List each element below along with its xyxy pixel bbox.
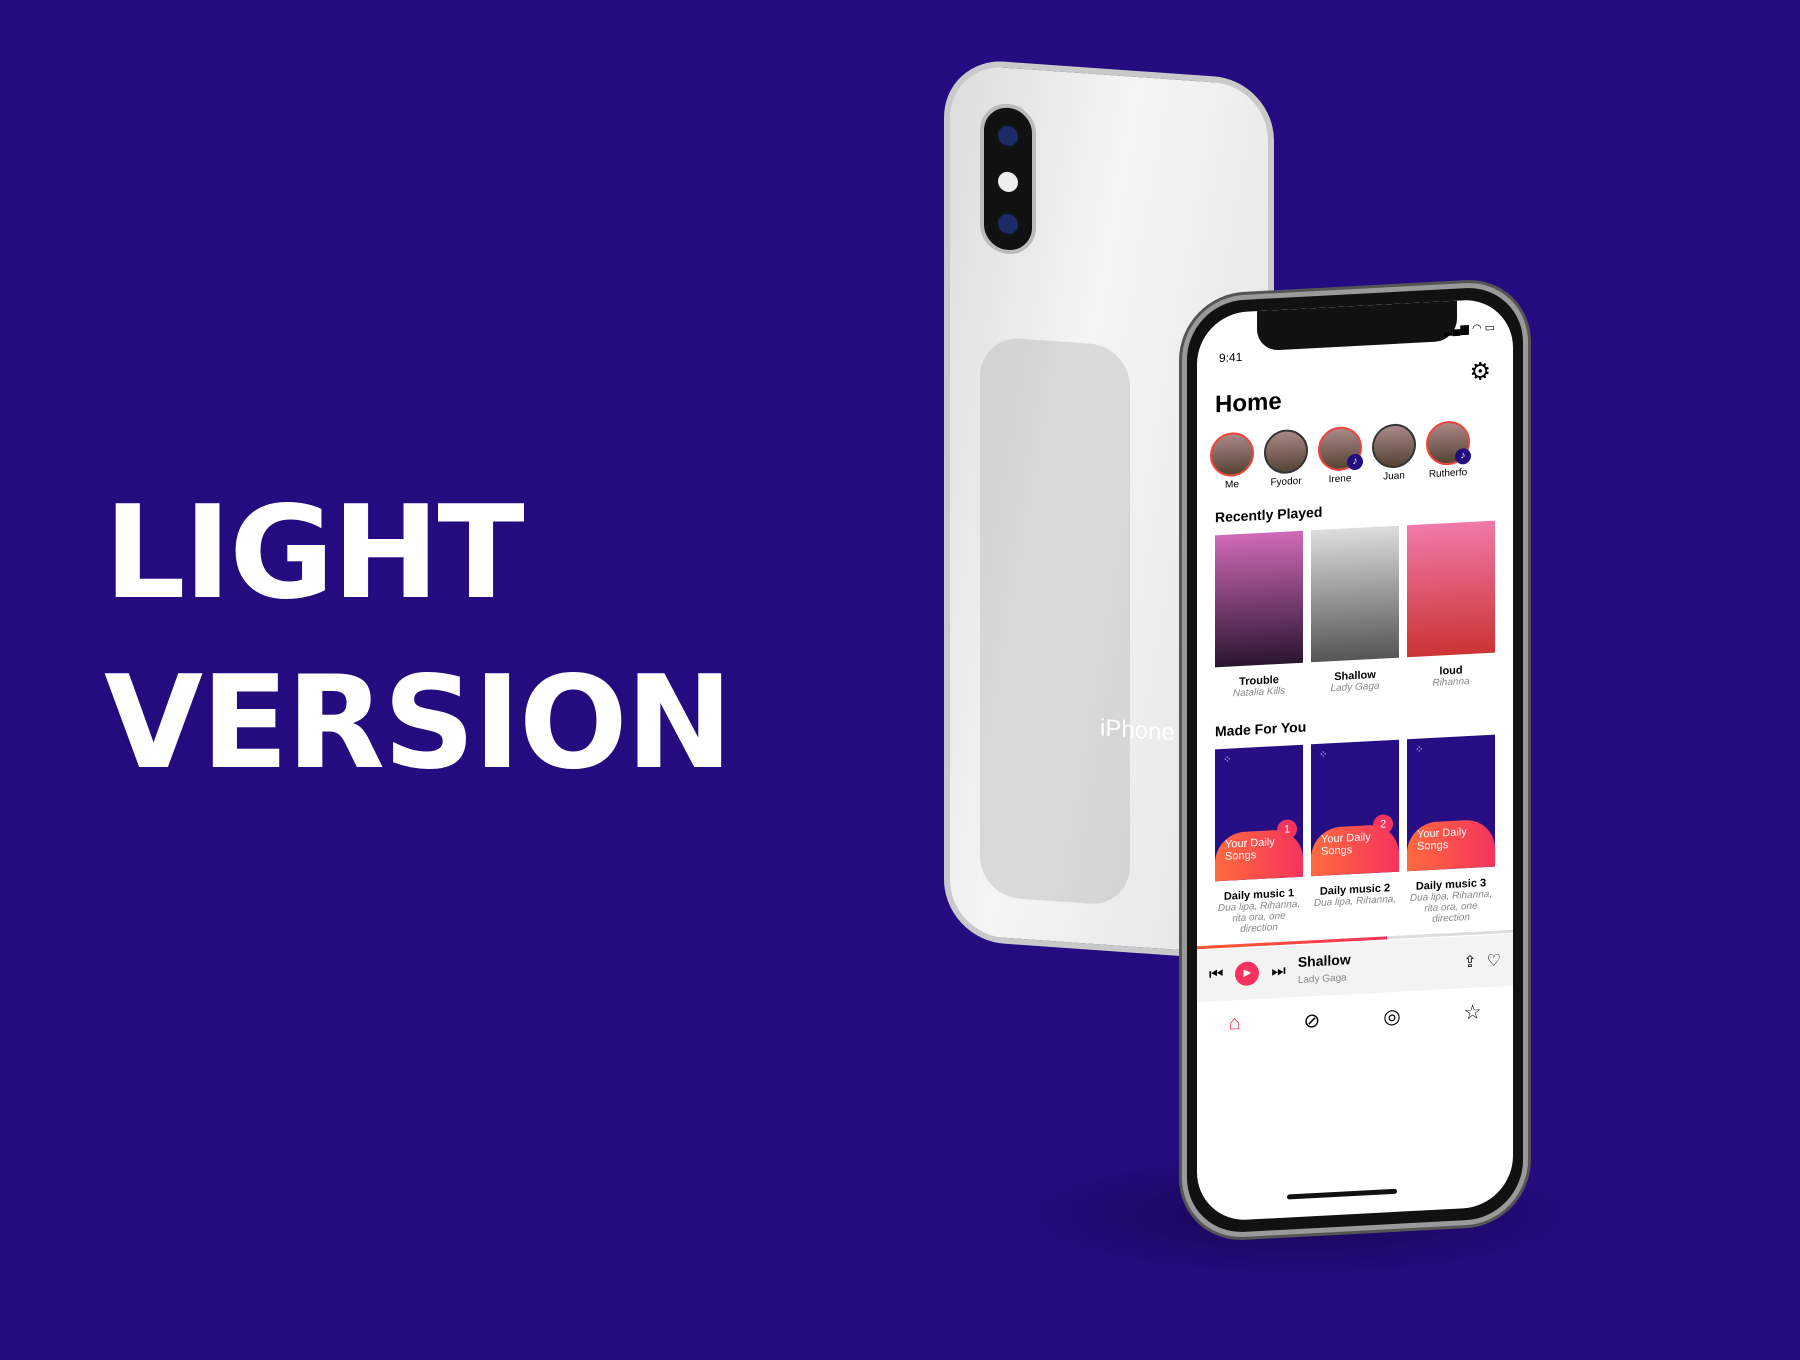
friend-avatar[interactable]: Me bbox=[1209, 431, 1255, 491]
brand-text: iPhone bbox=[1100, 714, 1175, 747]
album-art bbox=[1311, 525, 1399, 663]
recently-played-row: Trouble Natalia Kills Shallow Lady Gaga loud… bbox=[1215, 520, 1495, 701]
tab-home-icon[interactable]: ⌂ bbox=[1228, 1012, 1240, 1038]
player-artist: Lady Gaga bbox=[1297, 972, 1347, 986]
playlist-icon: ⁘ bbox=[1319, 749, 1328, 761]
friend-avatar[interactable]: ♪ Rutherfo bbox=[1425, 419, 1471, 481]
made-for-you-heading: Made For You bbox=[1215, 718, 1307, 740]
status-time: 9:41 bbox=[1219, 349, 1243, 366]
made-for-you-row: ⁘ 1 Your Daily Songs Daily music 1 Dua lipa,… bbox=[1215, 734, 1495, 937]
page-title: Home bbox=[1215, 387, 1282, 419]
music-note-icon: ♪ bbox=[1347, 453, 1363, 471]
friend-avatar[interactable]: Fyodor bbox=[1263, 428, 1309, 488]
heart-icon[interactable]: ♡ bbox=[1487, 950, 1501, 971]
album-art bbox=[1407, 520, 1495, 658]
album-card[interactable]: loud Rihanna bbox=[1407, 520, 1495, 691]
avatar: ♪ bbox=[1426, 419, 1471, 467]
playlist-art: ⁘ Your Daily Songs bbox=[1407, 734, 1495, 872]
status-icons: ▂▄▆ ◠ ▭ bbox=[1444, 321, 1495, 337]
avatar bbox=[1372, 422, 1416, 470]
settings-gear-icon[interactable]: ⚙ bbox=[1469, 357, 1491, 387]
friend-name: Juan bbox=[1383, 470, 1405, 483]
playlist-icon: ⁘ bbox=[1415, 744, 1424, 756]
share-icon[interactable]: ⇪ bbox=[1463, 952, 1476, 973]
playlist-badge: Your Daily Songs bbox=[1407, 818, 1495, 872]
album-card[interactable]: Trouble Natalia Kills bbox=[1215, 530, 1303, 701]
home-indicator[interactable] bbox=[1287, 1188, 1397, 1200]
playlist-art: ⁘ 1 Your Daily Songs bbox=[1215, 744, 1303, 882]
friend-name: Irene bbox=[1328, 473, 1352, 486]
tab-bar: ⌂ ⊘ ◎ ☆ bbox=[1197, 998, 1513, 1040]
friends-list: Me Fyodor ♪ Irene Juan ♪ Rutherfo bbox=[1209, 419, 1471, 492]
next-icon[interactable]: ⏭ bbox=[1271, 963, 1285, 982]
playlist-art: ⁘ 2 Your Daily Songs bbox=[1311, 739, 1399, 877]
album-art bbox=[1215, 530, 1303, 668]
tab-badge-icon[interactable]: ☆ bbox=[1464, 999, 1482, 1025]
play-button[interactable]: ▶ bbox=[1235, 961, 1260, 987]
playlist-card[interactable]: ⁘ 2 Your Daily Songs Daily music 2 Dua lipa,… bbox=[1311, 739, 1399, 932]
playlist-badge: Your Daily Songs bbox=[1215, 828, 1303, 882]
avatar: ♪ bbox=[1318, 425, 1363, 472]
headline-version: VERSION bbox=[104, 649, 733, 798]
friend-name: Me bbox=[1225, 479, 1239, 491]
playlist-artists: Dua lipa, Rihanna, rita ora, one directi… bbox=[1409, 888, 1493, 925]
friend-avatar[interactable]: ♪ Irene bbox=[1317, 425, 1363, 486]
recently-played-heading: Recently Played bbox=[1215, 503, 1323, 526]
friend-avatar[interactable]: Juan bbox=[1371, 422, 1417, 483]
reflection bbox=[980, 335, 1130, 907]
headline-light: LIGHT bbox=[104, 479, 525, 628]
screen: 9:41 ▂▄▆ ◠ ▭ ⚙ Home Me Fyodor ♪ Irene Juan ♪ R… bbox=[1197, 297, 1513, 1223]
playlist-artists: Dua lipa, Rihanna, rita ora, one directi… bbox=[1217, 898, 1301, 936]
friend-name: Fyodor bbox=[1270, 475, 1302, 489]
front-phone: 9:41 ▂▄▆ ◠ ▭ ⚙ Home Me Fyodor ♪ Irene Juan ♪ R… bbox=[1182, 279, 1528, 1241]
album-card[interactable]: Shallow Lady Gaga bbox=[1311, 525, 1399, 696]
camera-module bbox=[980, 101, 1036, 256]
avatar bbox=[1210, 431, 1254, 478]
playlist-card[interactable]: ⁘ Your Daily Songs Daily music 3 Dua lipa, … bbox=[1407, 734, 1495, 927]
playlist-card[interactable]: ⁘ 1 Your Daily Songs Daily music 1 Dua lipa,… bbox=[1215, 744, 1303, 937]
friend-name: Rutherfo bbox=[1428, 467, 1468, 481]
player-title: Shallow bbox=[1297, 951, 1351, 970]
notch bbox=[1257, 300, 1457, 352]
previous-icon[interactable]: ⏮ bbox=[1209, 966, 1223, 985]
playlist-badge: Your Daily Songs bbox=[1311, 823, 1399, 877]
playlist-icon: ⁘ bbox=[1223, 754, 1232, 766]
tab-explore-compass-icon[interactable]: ⊘ bbox=[1304, 1008, 1321, 1034]
avatar bbox=[1264, 428, 1308, 475]
tab-disc-icon[interactable]: ◎ bbox=[1383, 1004, 1400, 1030]
music-note-icon: ♪ bbox=[1455, 447, 1471, 465]
